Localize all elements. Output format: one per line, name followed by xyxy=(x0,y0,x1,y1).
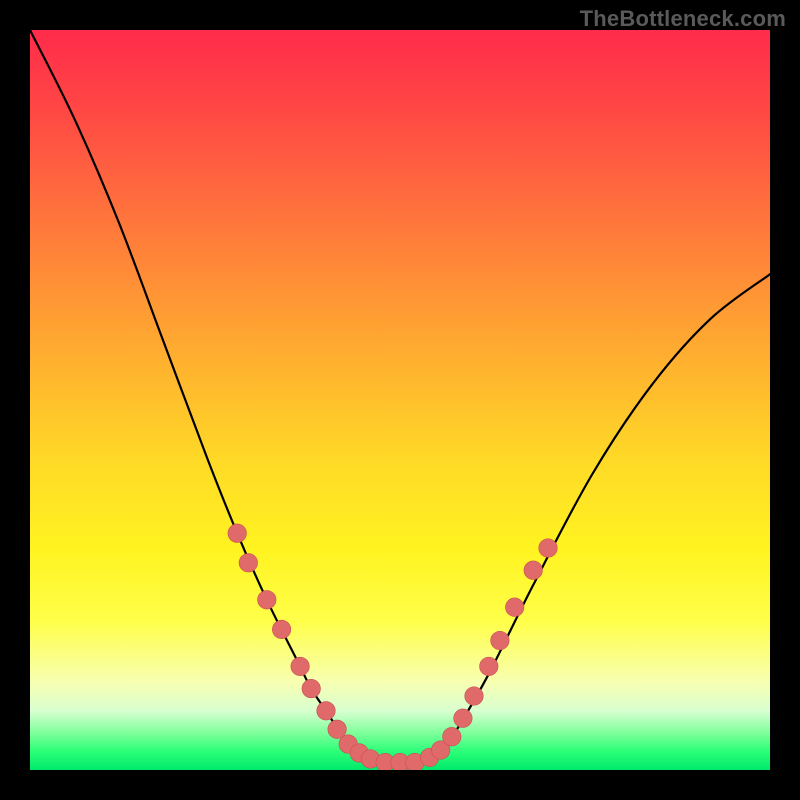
beads-group xyxy=(228,524,557,770)
bottleneck-curve xyxy=(30,30,770,763)
bead-marker xyxy=(524,561,543,580)
bead-marker xyxy=(302,679,321,698)
curve-svg xyxy=(30,30,770,770)
bead-marker xyxy=(454,709,473,728)
bead-marker xyxy=(491,631,510,650)
bead-marker xyxy=(228,524,247,543)
plot-area xyxy=(30,30,770,770)
bead-marker xyxy=(505,598,524,617)
bead-marker xyxy=(465,687,484,706)
bead-marker xyxy=(443,727,462,746)
bead-marker xyxy=(317,702,336,721)
bead-marker xyxy=(291,657,310,676)
watermark-text: TheBottleneck.com xyxy=(580,6,786,32)
bead-marker xyxy=(480,657,499,676)
bead-marker xyxy=(258,591,277,610)
bead-marker xyxy=(272,620,291,639)
bead-marker xyxy=(539,539,558,558)
chart-frame: TheBottleneck.com xyxy=(0,0,800,800)
bead-marker xyxy=(239,554,257,573)
